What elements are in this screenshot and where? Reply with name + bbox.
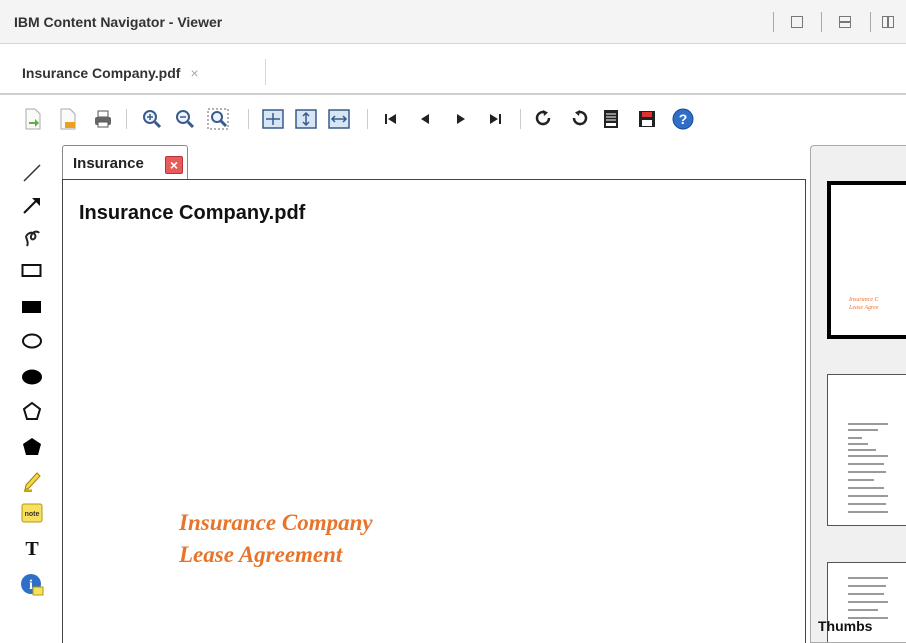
polygon-icon[interactable] [18, 397, 46, 425]
close-viewer-tab-icon[interactable]: × [165, 156, 183, 174]
text-icon-label: T [25, 537, 39, 560]
single-pane-layout-icon[interactable] [784, 12, 810, 32]
thumbnail-line [848, 479, 874, 481]
thumbnail-line [848, 577, 888, 579]
separator [265, 59, 266, 85]
stamp-icon[interactable]: i [18, 571, 46, 599]
rotate-right-icon[interactable] [533, 107, 555, 131]
next-page-icon[interactable] [450, 107, 472, 131]
window-title: IBM Content Navigator - Viewer [14, 14, 223, 30]
thumbnail-line [848, 463, 884, 465]
svg-text:?: ? [679, 111, 688, 127]
separator [126, 109, 127, 129]
filled-oval-icon[interactable] [18, 363, 46, 391]
thumbnail-cover-text: Insurance C [849, 297, 879, 303]
thumbnail-cover-text: Lease Agree [849, 305, 879, 311]
tab-insurance-company-pdf[interactable]: Insurance Company.pdf × [22, 61, 199, 85]
separator [520, 109, 521, 129]
close-tab-icon[interactable]: × [190, 65, 198, 81]
thumbnail-line [848, 455, 888, 457]
thumbnail-line [848, 429, 878, 431]
note-icon-label: note [25, 511, 40, 518]
separator [870, 12, 871, 32]
thumbnail-line [848, 487, 884, 489]
filled-rectangle-icon[interactable] [18, 293, 46, 321]
zoom-out-icon[interactable] [174, 107, 196, 131]
thumbs-panel: Insurance C Lease Agree Thumbs [810, 145, 906, 643]
last-page-icon[interactable] [484, 107, 506, 131]
document-view[interactable]: Insurance Company.pdf Insurance Company … [62, 179, 806, 643]
note-icon[interactable]: note [18, 499, 46, 527]
help-icon[interactable]: ? [672, 107, 694, 131]
highlight-icon[interactable] [18, 467, 46, 495]
horizontal-split-layout-icon[interactable] [832, 12, 858, 32]
arrow-icon[interactable] [18, 191, 46, 219]
viewer-tab-label: Insurance [73, 155, 144, 172]
rectangle-icon[interactable] [18, 257, 46, 285]
stamp-icon-label: i [29, 578, 33, 593]
fit-width-icon[interactable] [328, 107, 350, 131]
viewer-tab-insurance[interactable]: Insurance × [62, 145, 188, 180]
thumbnail-line [848, 495, 888, 497]
filled-polygon-icon[interactable] [18, 433, 46, 461]
previous-page-icon[interactable] [414, 107, 436, 131]
thumbnail-line [848, 585, 886, 587]
thumbnail-line [848, 503, 886, 505]
zoom-area-icon[interactable] [207, 107, 229, 131]
first-page-icon[interactable] [380, 107, 402, 131]
tab-label: Insurance Company.pdf [22, 65, 181, 81]
title-bar: IBM Content Navigator - Viewer [0, 0, 906, 44]
separator [773, 12, 774, 32]
annotation-palette: note T i [0, 143, 58, 643]
thumbnail-line [848, 593, 884, 595]
save-icon[interactable] [636, 107, 658, 131]
separator [248, 109, 249, 129]
previous-document-icon[interactable] [57, 107, 79, 131]
cover-title-line2: Lease Agreement [179, 542, 343, 567]
vertical-split-layout-icon[interactable] [878, 12, 906, 32]
document-properties-icon[interactable] [600, 107, 622, 131]
thumbnail-line [848, 511, 888, 513]
next-document-icon[interactable] [22, 107, 44, 131]
print-icon[interactable] [92, 107, 114, 131]
thumbnail-page-1[interactable]: Insurance C Lease Agree [827, 181, 906, 339]
fit-page-icon[interactable] [262, 107, 284, 131]
line-icon[interactable] [18, 159, 46, 187]
text-icon[interactable]: T [18, 535, 46, 563]
thumbnail-line [848, 449, 876, 451]
thumbnail-line [848, 471, 886, 473]
thumbnail-page-2[interactable] [827, 374, 906, 526]
zoom-in-icon[interactable] [141, 107, 163, 131]
thumbnail-line [848, 443, 868, 445]
separator [821, 12, 822, 32]
separator [367, 109, 368, 129]
viewer-toolbar: ? [0, 97, 906, 143]
thumbnail-line [848, 601, 888, 603]
thumbnail-line [848, 423, 888, 425]
thumbs-label: Thumbs [818, 618, 873, 634]
document-title: Insurance Company.pdf [79, 202, 306, 224]
thumbnail-line [848, 437, 862, 439]
rotate-left-icon[interactable] [568, 107, 590, 131]
oval-icon[interactable] [18, 327, 46, 355]
fit-height-icon[interactable] [295, 107, 317, 131]
cover-title-line1: Insurance Company [179, 510, 373, 535]
thumbnail-line [848, 609, 878, 611]
freehand-icon[interactable] [18, 223, 46, 251]
document-tab-bar: Insurance Company.pdf × [0, 45, 906, 95]
